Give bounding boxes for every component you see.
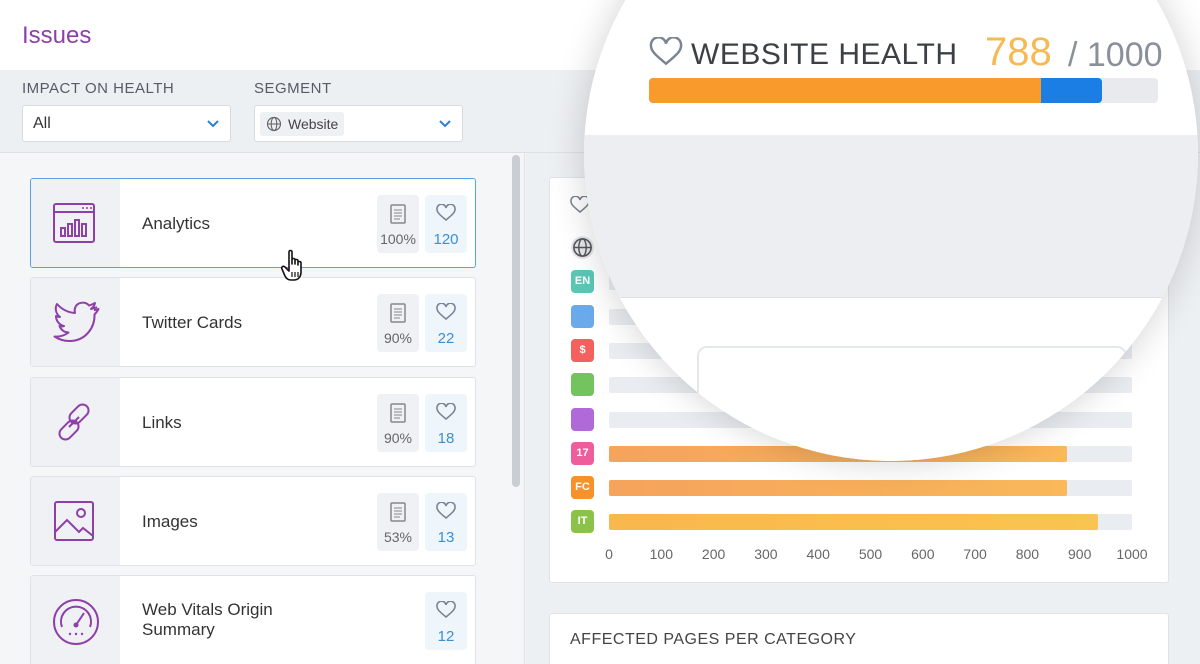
website-health-title: WEBSITE HEALTH — [691, 38, 958, 71]
issue-card-twitter-cards[interactable]: Twitter Cards 90% 22 — [30, 277, 476, 367]
heart-icon — [436, 204, 456, 222]
health-stat: 22 — [425, 294, 467, 352]
segment-select[interactable]: Website — [254, 105, 463, 142]
segment-filter-label: SEGMENT — [254, 80, 332, 97]
x-tick-label: 300 — [754, 546, 778, 562]
issue-title: Twitter Cards — [142, 313, 243, 332]
heart-icon — [436, 502, 456, 520]
analytics-icon — [53, 203, 95, 243]
pages-stat: 90% — [377, 294, 419, 352]
category-icon — [571, 407, 594, 431]
segment-select-value: Website — [288, 116, 339, 132]
x-tick-label: 1000 — [1116, 546, 1148, 562]
issue-title: Web Vitals Origin Summary — [142, 600, 273, 639]
category-icon: IT — [571, 510, 594, 534]
list-scrollbar[interactable] — [512, 155, 520, 487]
heart-icon — [436, 601, 456, 619]
category-icon: 17 — [571, 441, 594, 465]
chevron-down-icon — [207, 120, 219, 128]
category-icon — [571, 373, 594, 397]
x-tick-label: 100 — [649, 546, 673, 562]
issue-title: Analytics — [142, 214, 211, 233]
segment-chip: Website — [260, 112, 345, 136]
website-health-max: / 1000 — [1068, 36, 1163, 74]
health-stat: 13 — [425, 493, 467, 551]
chevron-down-icon — [439, 120, 451, 128]
image-icon — [54, 501, 94, 541]
pages-stat: 53% — [377, 493, 419, 551]
affected-pages-title: AFFECTED PAGES PER CATEGORY — [570, 631, 857, 648]
x-tick-label: 400 — [806, 546, 830, 562]
pages-value: 100% — [380, 231, 416, 247]
current-health-fill — [649, 78, 1042, 103]
impact-filter-label: IMPACT ON HEALTH — [22, 80, 175, 97]
issue-card-web-vitals[interactable]: Web Vitals Origin Summary 12 — [30, 575, 476, 664]
pages-value: 53% — [383, 529, 413, 545]
link-icon — [58, 403, 90, 441]
health-value: 13 — [437, 529, 455, 546]
health-value: 18 — [437, 430, 455, 447]
category-icon: FC — [571, 476, 594, 500]
heart-icon — [436, 303, 456, 321]
issue-card-images[interactable]: Images 53% 13 — [30, 476, 476, 566]
bar — [609, 480, 1068, 497]
x-tick-label: 600 — [911, 546, 935, 562]
hand-cursor-icon — [280, 249, 302, 281]
pages-value: 90% — [383, 330, 413, 346]
issue-card-links[interactable]: Links 90% 18 — [30, 377, 476, 467]
x-tick-label: 800 — [1015, 546, 1040, 562]
health-stat: 120 — [425, 195, 467, 253]
document-icon — [390, 204, 406, 224]
heart-icon — [436, 403, 456, 421]
issue-title: Images — [142, 512, 198, 531]
heart-icon — [649, 37, 683, 66]
issue-card-analytics[interactable]: Analytics 100% 120 — [30, 178, 476, 268]
x-tick-label: 0 — [605, 546, 613, 562]
document-icon — [390, 303, 406, 323]
impact-select[interactable]: All — [22, 105, 231, 142]
globe-icon — [266, 116, 282, 132]
health-value: 22 — [437, 330, 455, 347]
category-icon — [571, 304, 594, 328]
website-health-score: 788 — [985, 30, 1052, 74]
health-value: 120 — [433, 231, 459, 248]
health-stat: 18 — [425, 394, 467, 452]
impact-select-value: All — [33, 115, 51, 132]
gauge-icon — [53, 599, 99, 645]
page-title: Issues — [22, 22, 92, 49]
document-icon — [390, 403, 406, 423]
pages-stat: 100% — [377, 195, 419, 253]
twitter-icon — [53, 301, 100, 342]
bar — [609, 514, 1098, 531]
x-tick-label: 500 — [858, 546, 883, 562]
pages-stat: 90% — [377, 394, 419, 452]
x-tick-label: 900 — [1068, 546, 1092, 562]
website-health-bar — [649, 78, 1158, 103]
document-icon — [390, 502, 406, 522]
health-value: 12 — [437, 628, 455, 645]
category-icon: $ — [571, 338, 594, 362]
health-stat: 12 — [425, 592, 467, 650]
x-tick-label: 700 — [963, 546, 987, 562]
x-tick-label: 200 — [701, 546, 726, 562]
pages-value: 90% — [383, 430, 413, 446]
issue-title: Links — [142, 413, 182, 432]
